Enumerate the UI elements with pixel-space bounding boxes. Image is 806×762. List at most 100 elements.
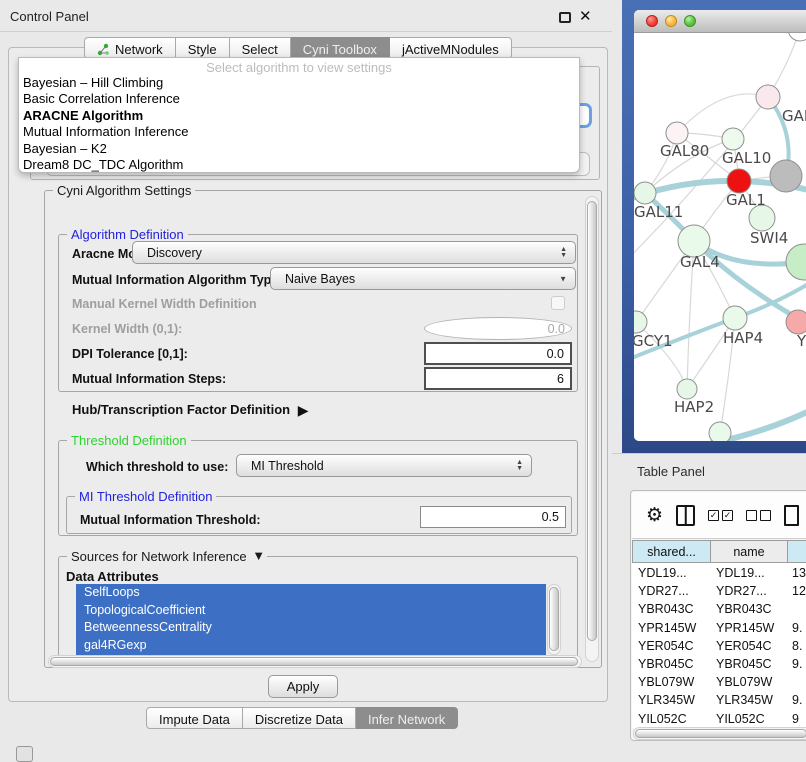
data-attribute-item[interactable]: SelfLoops bbox=[76, 584, 546, 602]
table-cell: 9. bbox=[792, 619, 806, 637]
network-canvas[interactable]: GALGAL80GAL10GAL1GAL11SWI4GAL4GCY1HAP4YH… bbox=[634, 33, 806, 441]
zoom-traffic-light-icon[interactable] bbox=[684, 15, 696, 27]
tab-select[interactable]: Select bbox=[230, 37, 291, 59]
network-node-label: GAL10 bbox=[722, 149, 771, 167]
split-columns-icon[interactable] bbox=[676, 505, 695, 526]
tab-network[interactable]: Network bbox=[84, 37, 176, 59]
table-cell: YBR043C bbox=[638, 600, 708, 618]
unchecked-box-icon bbox=[760, 510, 771, 521]
page-icon[interactable] bbox=[784, 505, 799, 526]
network-node-gal80[interactable] bbox=[666, 122, 688, 144]
attributes-list-scrollbar-thumb[interactable] bbox=[549, 587, 559, 651]
table-cell: YIL052C bbox=[638, 710, 708, 728]
table-horizontal-scrollbar[interactable] bbox=[633, 727, 806, 740]
table-cell: YIL052C bbox=[716, 710, 786, 728]
tab-style[interactable]: Style bbox=[176, 37, 230, 59]
table-row[interactable]: YDR27...YDR27...12 bbox=[632, 582, 806, 600]
data-attributes-label: Data Attributes bbox=[66, 569, 159, 584]
checked-box-icon: ✓ bbox=[722, 510, 733, 521]
table-row[interactable]: YPR145WYPR145W9. bbox=[632, 619, 806, 637]
which-threshold-select[interactable]: MI Threshold ▲▼ bbox=[236, 454, 532, 477]
collapsed-arrow-icon: ▶ bbox=[298, 402, 309, 418]
algorithm-option[interactable]: Bayesian – K2 bbox=[19, 141, 579, 157]
network-node[interactable] bbox=[786, 244, 806, 280]
algorithm-option[interactable]: Dream8 DC_TDC Algorithm bbox=[19, 157, 579, 173]
attributes-list-scrollbar[interactable] bbox=[547, 584, 561, 655]
table-row[interactable]: YBL079WYBL079W bbox=[632, 673, 806, 691]
which-threshold-label: Which threshold to use: bbox=[86, 460, 228, 474]
select-all-columns-icon[interactable]: ✓ ✓ bbox=[708, 510, 733, 521]
table-cell: YBL079W bbox=[638, 673, 708, 691]
table-row[interactable]: YDL19...YDL19...13 bbox=[632, 564, 806, 582]
mi-steps-input[interactable]: 6 bbox=[424, 367, 572, 390]
network-node[interactable] bbox=[788, 33, 806, 41]
gear-icon[interactable]: ⚙ bbox=[646, 506, 663, 525]
algorithm-option[interactable]: Mutual Information Inference bbox=[19, 124, 579, 140]
expanded-arrow-icon: ▼ bbox=[252, 548, 265, 563]
tab-discretize-data[interactable]: Discretize Data bbox=[243, 707, 356, 729]
column-header-shared-name[interactable]: shared... bbox=[632, 540, 711, 563]
tab-impute-data[interactable]: Impute Data bbox=[146, 707, 243, 729]
minimize-traffic-light-icon[interactable] bbox=[665, 15, 677, 27]
close-icon[interactable]: ✕ bbox=[579, 7, 592, 25]
data-attribute-item[interactable]: TopologicalCoefficient bbox=[76, 602, 546, 620]
table-cell: YDR27... bbox=[716, 582, 786, 600]
network-node[interactable] bbox=[770, 160, 802, 192]
deselect-all-columns-icon[interactable] bbox=[746, 510, 771, 521]
network-window-titlebar[interactable] bbox=[634, 10, 806, 33]
algorithm-option[interactable]: Basic Correlation Inference bbox=[19, 91, 579, 107]
column-header-name[interactable]: name bbox=[711, 540, 788, 563]
network-node-gal10[interactable] bbox=[722, 128, 744, 150]
float-window-icon[interactable] bbox=[559, 12, 571, 23]
network-node-gal1[interactable] bbox=[727, 169, 751, 193]
aracne-mode-select[interactable]: Discovery ▲▼ bbox=[132, 241, 576, 264]
column-header-partial[interactable] bbox=[788, 540, 806, 563]
network-node-label: GAL80 bbox=[660, 142, 709, 160]
network-node-hap4[interactable] bbox=[723, 306, 747, 330]
table-cell: YBR045C bbox=[638, 655, 708, 673]
tab-jactivemnodules[interactable]: jActiveMNodules bbox=[390, 37, 512, 59]
table-row[interactable]: YLR345WYLR345W9. bbox=[632, 691, 806, 709]
network-node-gal11[interactable] bbox=[634, 182, 656, 204]
settings-horizontal-scrollbar-thumb[interactable] bbox=[50, 657, 578, 666]
network-node-label: GAL4 bbox=[680, 253, 720, 271]
data-attribute-item[interactable]: BetweennessCentrality bbox=[76, 619, 546, 637]
table-row[interactable]: YER054CYER054C8. bbox=[632, 637, 806, 655]
network-node-gcy1[interactable] bbox=[634, 311, 647, 333]
manual-kernel-checkbox[interactable] bbox=[551, 296, 565, 310]
network-node-label: GAL1 bbox=[726, 191, 766, 209]
mi-type-select[interactable]: Naive Bayes ▼ bbox=[270, 267, 576, 290]
settings-horizontal-scrollbar[interactable] bbox=[48, 655, 582, 668]
data-attributes-list[interactable]: SelfLoopsTopologicalCoefficientBetweenne… bbox=[76, 584, 546, 655]
mi-threshold-input[interactable]: 0.5 bbox=[420, 506, 566, 528]
table-cell: YPR145W bbox=[638, 619, 708, 637]
checked-box-icon: ✓ bbox=[708, 510, 719, 521]
table-horizontal-scrollbar-thumb[interactable] bbox=[635, 729, 806, 738]
table-row[interactable]: YIL052CYIL052C9 bbox=[632, 710, 806, 728]
mi-type-label: Mutual Information Algorithm Type: bbox=[72, 273, 282, 287]
table-row[interactable]: YBR043CYBR043C bbox=[632, 600, 806, 618]
tab-cyni-toolbox[interactable]: Cyni Toolbox bbox=[291, 37, 390, 59]
tab-infer-network[interactable]: Infer Network bbox=[356, 707, 458, 729]
kernel-width-input[interactable]: 0.0 bbox=[424, 317, 572, 340]
close-traffic-light-icon[interactable] bbox=[646, 15, 658, 27]
sources-group-title[interactable]: Sources for Network Inference ▼ bbox=[67, 549, 267, 564]
algorithm-dropdown-popup: Select algorithm to view settings Bayesi… bbox=[18, 57, 580, 173]
table-row[interactable]: YBR045CYBR045C9. bbox=[632, 655, 806, 673]
network-node[interactable] bbox=[709, 422, 731, 441]
hub-section-toggle[interactable]: Hub/Transcription Factor Definition ▶ bbox=[72, 401, 305, 418]
network-node-gal[interactable] bbox=[756, 85, 780, 109]
apply-button[interactable]: Apply bbox=[268, 675, 338, 698]
dpi-tolerance-input[interactable]: 0.0 bbox=[424, 342, 572, 365]
data-attribute-item[interactable]: gal4RGexp bbox=[76, 637, 546, 655]
settings-vertical-scrollbar[interactable] bbox=[585, 196, 599, 662]
algorithm-option[interactable]: Bayesian – Hill Climbing bbox=[19, 75, 579, 91]
dropdown-arrow-icon: ▼ bbox=[559, 274, 567, 283]
network-node-y[interactable] bbox=[786, 310, 806, 334]
network-node-hap2[interactable] bbox=[677, 379, 697, 399]
settings-vertical-scrollbar-thumb[interactable] bbox=[587, 201, 597, 641]
table-cell: YDL19... bbox=[716, 564, 786, 582]
algorithm-option[interactable]: ARACNE Algorithm bbox=[19, 108, 579, 124]
dock-panel-icon[interactable] bbox=[16, 746, 33, 762]
table-cell: 12 bbox=[792, 582, 806, 600]
